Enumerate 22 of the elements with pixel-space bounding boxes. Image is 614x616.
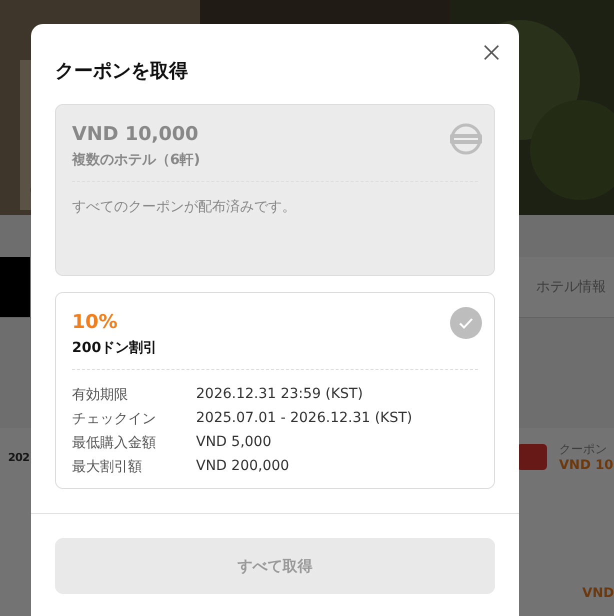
detail-value: 2025.07.01 - 2026.12.31 (KST)	[196, 410, 412, 428]
coupon-amount: VND 10,000	[72, 123, 200, 145]
close-icon[interactable]	[483, 44, 500, 61]
date-text: 202	[8, 450, 30, 464]
detail-label: 最大割引額	[72, 458, 143, 476]
detail-label: チェックイン	[72, 410, 157, 428]
detail-label: 最低購入金額	[72, 434, 157, 452]
coupon-scope: 複数のホテル（6軒)	[72, 151, 200, 169]
detail-label: 有効期限	[72, 386, 129, 404]
coupon-description: 200ドン割引	[72, 339, 158, 357]
price-text: VND	[582, 586, 614, 601]
coupon-discount: 10%	[72, 311, 118, 333]
detail-value: VND 5,000	[196, 434, 272, 452]
detail-value: VND 200,000	[196, 458, 290, 476]
sold-out-message: すべてのクーポンが配布済みです。	[72, 198, 297, 216]
dialog-title: クーポンを取得	[55, 59, 188, 84]
coupon-card[interactable]: 10% 200ドン割引 有効期限 2026.12.31 23:59 (KST) チェックイン 2025.07.01 - 2026.12.31 (KST) 最低購入金額 VND 5,000 最大割引額 VND 200,000	[55, 292, 495, 489]
detail-value: 2026.12.31 23:59 (KST)	[196, 386, 363, 404]
coupon-amount: VND 10	[559, 458, 614, 473]
sold-out-stamp-icon	[450, 123, 482, 155]
tab[interactable]	[0, 257, 30, 317]
check-icon[interactable]	[450, 307, 482, 339]
